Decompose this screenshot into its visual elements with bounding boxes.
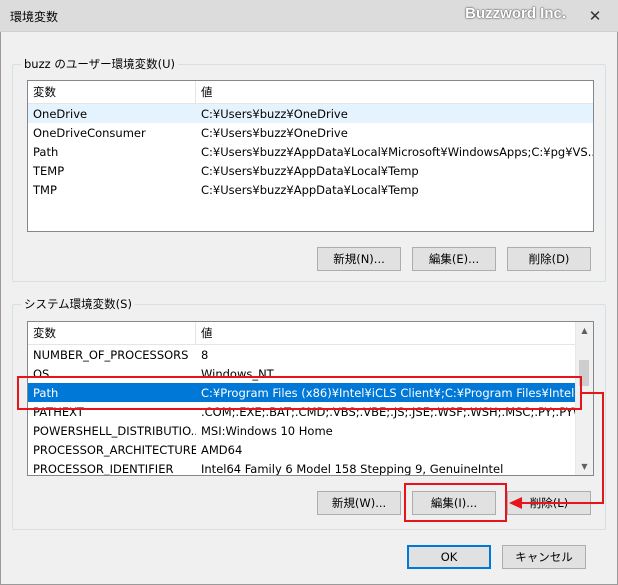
var-name: OneDrive [33, 106, 88, 121]
system-vars-legend: システム環境変数(S) [24, 297, 132, 311]
var-name: TEMP [33, 163, 65, 178]
var-value: Windows_NT [201, 366, 274, 381]
ok-button[interactable]: OK [407, 545, 491, 569]
list-item[interactable]: TEMP C:¥Users¥buzz¥AppData¥Local¥Temp [28, 161, 593, 180]
var-value: AMD64 [201, 442, 243, 457]
list-item[interactable]: PATHEXT .COM;.EXE;.BAT;.CMD;.VBS;.VBE;.JS… [28, 402, 576, 421]
system-vars-rows: NUMBER_OF_PROCESSORS 8 OS Windows_NT Path C… [28, 345, 576, 476]
system-edit-button[interactable]: 編集(I)... [412, 491, 496, 515]
scroll-up-icon[interactable]: ▲ [576, 322, 593, 339]
list-item[interactable]: NUMBER_OF_PROCESSORS 8 [28, 345, 576, 364]
var-value: C:¥Users¥buzz¥AppData¥Local¥Temp [201, 182, 419, 197]
list-item[interactable]: PROCESSOR_ARCHITECTURE AMD64 [28, 440, 576, 459]
system-delete-button[interactable]: 削除(L) [507, 491, 591, 515]
var-value: C:¥Users¥buzz¥OneDrive [201, 106, 348, 121]
var-name: TMP [33, 182, 57, 197]
system-vars-header: 変数 値 [28, 322, 593, 345]
system-vars-list[interactable]: 変数 値 NUMBER_OF_PROCESSORS 8 OS Windows_NT … [27, 321, 594, 476]
title-bar[interactable]: 環境変数 Buzzword Inc. ✕ [0, 0, 618, 32]
var-name: NUMBER_OF_PROCESSORS [33, 347, 189, 362]
column-header-variable[interactable]: 変数 [28, 322, 196, 344]
column-header-variable[interactable]: 変数 [28, 81, 196, 103]
system-new-button[interactable]: 新規(W)... [317, 491, 401, 515]
var-name: Path [33, 385, 59, 400]
var-name: OS [33, 366, 50, 381]
list-item-selected[interactable]: Path C:¥Program Files (x86)¥Intel¥iCLS Cl… [28, 383, 576, 402]
cancel-button[interactable]: キャンセル [502, 545, 586, 569]
user-vars-header: 変数 値 [28, 81, 593, 104]
user-edit-button[interactable]: 編集(E)... [412, 247, 496, 271]
user-vars-legend: buzz のユーザー環境変数(U) [24, 57, 175, 71]
user-new-button[interactable]: 新規(N)... [317, 247, 401, 271]
window-title: 環境変数 [10, 10, 59, 24]
list-item[interactable]: OS Windows_NT [28, 364, 576, 383]
user-vars-list[interactable]: 変数 値 OneDrive C:¥Users¥buzz¥OneDrive OneD… [27, 80, 594, 232]
column-header-value[interactable]: 値 [196, 81, 593, 103]
list-item[interactable]: Path C:¥Users¥buzz¥AppData¥Local¥Microsof… [28, 142, 593, 161]
var-value: C:¥Users¥buzz¥AppData¥Local¥Microsoft¥Wi… [201, 144, 593, 159]
var-value: C:¥Program Files (x86)¥Intel¥iCLS Client… [201, 385, 576, 400]
var-name: PROCESSOR_ARCHITECTURE [33, 442, 196, 457]
column-header-value[interactable]: 値 [196, 322, 593, 344]
var-value: C:¥Users¥buzz¥AppData¥Local¥Temp [201, 163, 419, 178]
var-name: PROCESSOR_IDENTIFIER [33, 461, 174, 476]
list-item[interactable]: TMP C:¥Users¥buzz¥AppData¥Local¥Temp [28, 180, 593, 199]
list-item[interactable]: PROCESSOR_IDENTIFIER Intel64 Family 6 Mod… [28, 459, 576, 476]
list-item[interactable]: OneDrive C:¥Users¥buzz¥OneDrive [28, 104, 593, 123]
var-name: PATHEXT [33, 404, 84, 419]
var-value: C:¥Users¥buzz¥OneDrive [201, 125, 348, 140]
var-value: .COM;.EXE;.BAT;.CMD;.VBS;.VBE;.JS;.JSE;.… [201, 404, 576, 419]
var-name: POWERSHELL_DISTRIBUTIO... [33, 423, 196, 438]
var-value: MSI:Windows 10 Home [201, 423, 333, 438]
list-item[interactable]: OneDriveConsumer C:¥Users¥buzz¥OneDrive [28, 123, 593, 142]
close-icon[interactable]: ✕ [572, 0, 618, 31]
vertical-scrollbar[interactable]: ▲ ▼ [575, 322, 593, 475]
var-name: OneDriveConsumer [33, 125, 146, 140]
var-value: 8 [201, 347, 209, 362]
user-delete-button[interactable]: 削除(D) [507, 247, 591, 271]
var-value: Intel64 Family 6 Model 158 Stepping 9, G… [201, 461, 504, 476]
scroll-thumb[interactable] [579, 360, 589, 386]
var-name: Path [33, 144, 59, 159]
scroll-down-icon[interactable]: ▼ [576, 458, 593, 475]
brand-watermark: Buzzword Inc. [465, 5, 566, 22]
list-item[interactable]: POWERSHELL_DISTRIBUTIO... MSI:Windows 10 … [28, 421, 576, 440]
